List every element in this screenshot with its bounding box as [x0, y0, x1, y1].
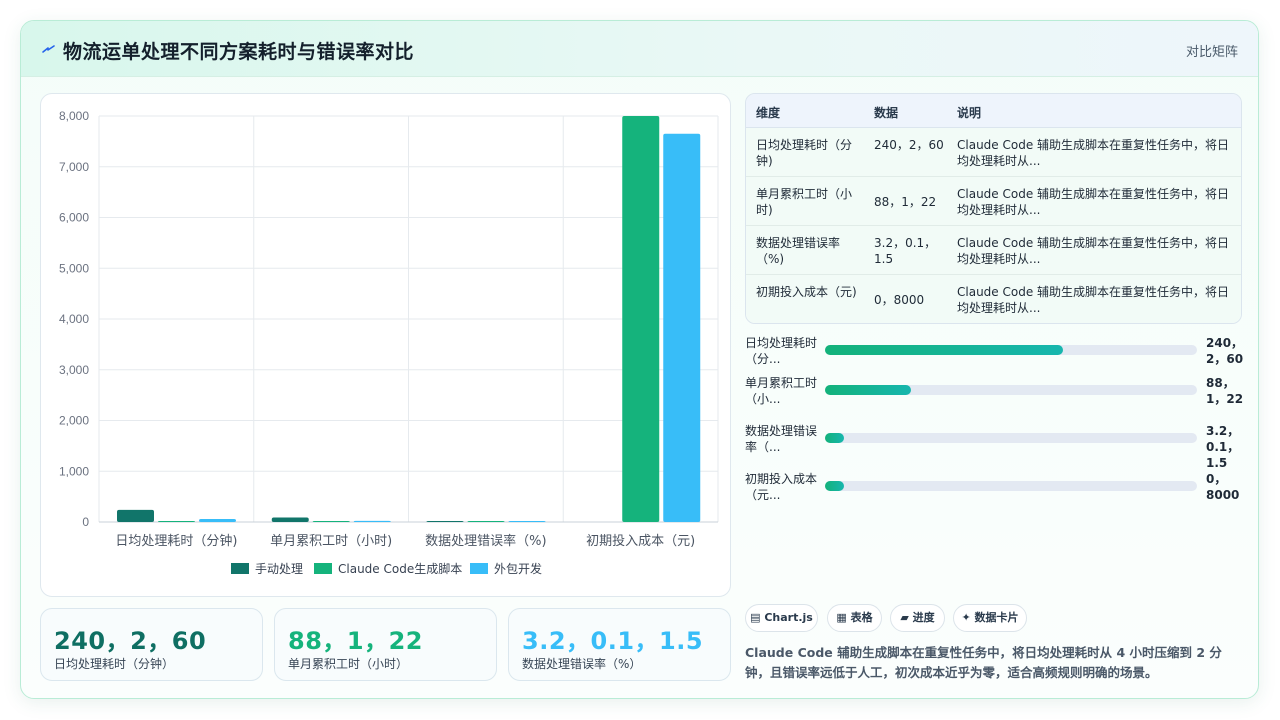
progress-label: 初期投入成本（元...	[745, 472, 818, 502]
bar-claude	[622, 116, 660, 522]
chip-data-cards[interactable]: ✦ 数据卡片	[953, 604, 1027, 632]
bar-outsource	[199, 518, 236, 522]
x-tick-label: 单月累积工时（小时)	[270, 534, 392, 549]
main-card: 物流运单处理不同方案耗时与错误率对比 对比矩阵 0 1,000 2,000 3,000…	[20, 20, 1259, 699]
progress-item: 数据处理错误率（... 3.2，0.1，1.5	[745, 423, 1242, 470]
kpi-value: 240，2，60	[54, 627, 207, 655]
cell-data: 0，8000	[874, 293, 925, 307]
y-tick-label: 2,000	[59, 414, 89, 428]
legend-label: 手动处理	[255, 562, 303, 576]
chip-progress[interactable]: ▰ 进度	[890, 604, 945, 632]
legend-swatch	[470, 563, 488, 574]
column-header: 说明	[957, 106, 982, 120]
kpi-label: 日均处理耗时（分钟）	[54, 657, 175, 671]
progress-fill	[825, 481, 844, 491]
comparison-table: 维度 数据 说明 日均处理耗时（分钟) 240，2，60 Claude Code…	[745, 93, 1242, 324]
cell-description: Claude Code 辅助生成脚本在重复性任务中，将日均处理耗时从...	[957, 187, 1230, 217]
bar-outsource	[663, 133, 701, 522]
bar-claude	[158, 521, 195, 522]
y-tick-label: 7,000	[59, 160, 89, 174]
legend-label: Claude Code生成脚本	[338, 561, 462, 576]
progress-value: 88，1，22	[1206, 376, 1244, 406]
y-tick-label: 4,000	[59, 312, 89, 326]
page-title: 物流运单处理不同方案耗时与错误率对比	[63, 41, 415, 63]
bar-manual	[426, 521, 464, 522]
bar-chart-panel: 0 1,000 2,000 3,000 4,000 5,000 6,000 7,000 8,00…	[40, 93, 731, 597]
column-header: 数据	[874, 106, 899, 120]
progress-value: 3.2，0.1，1.5	[1206, 424, 1240, 470]
progress-item: 初期投入成本（元... 0，8000	[745, 471, 1242, 511]
progress-track	[825, 385, 1197, 395]
progress-fill	[825, 433, 844, 443]
progress-track	[825, 481, 1197, 491]
progress-item: 单月累积工时（小... 88，1，22	[745, 375, 1243, 415]
cell-data: 240，2，60	[874, 138, 944, 152]
header-bar: 物流运单处理不同方案耗时与错误率对比 对比矩阵	[21, 21, 1258, 77]
bar-claude	[467, 521, 505, 522]
table-row: 初期投入成本（元) 0，8000 Claude Code 辅助生成脚本在重复性任…	[746, 275, 1241, 323]
progress-fill	[825, 345, 1064, 355]
bar-manual	[271, 517, 309, 522]
progress-label: 数据处理错误率（...	[745, 424, 818, 454]
bar-outsource	[353, 520, 391, 522]
column-header: 维度	[756, 106, 781, 120]
progress-label: 单月累积工时（小...	[745, 376, 818, 406]
cell-description: Claude Code 辅助生成脚本在重复性任务中，将日均处理耗时从...	[957, 285, 1230, 315]
cell-data: 3.2，0.1，1.5	[874, 236, 937, 266]
table-row: 数据处理错误率（%) 3.2，0.1，1.5 Claude Code 辅助生成脚…	[746, 226, 1241, 275]
kpi-card-daily-time: 240，2，60 日均处理耗时（分钟）	[40, 608, 263, 681]
summary-text: Claude Code 辅助生成脚本在重复性任务中，将日均处理耗时从 4 小时压…	[745, 645, 1222, 680]
y-tick-label: 6,000	[59, 211, 89, 225]
y-tick-label: 0	[82, 515, 89, 529]
progress-label: 日均处理耗时（分...	[745, 336, 818, 366]
y-tick-label: 8,000	[59, 109, 89, 123]
bar-outsource	[508, 521, 546, 522]
chip-chartjs[interactable]: ▤ Chart.js	[745, 604, 818, 632]
cell-description: Claude Code 辅助生成脚本在重复性任务中，将日均处理耗时从...	[957, 138, 1230, 168]
cell-dimension: 日均处理耗时（分钟)	[756, 138, 853, 168]
x-tick-label: 数据处理错误率（%)	[425, 533, 546, 549]
kpi-label: 单月累积工时（小时）	[288, 657, 409, 671]
bar-claude	[312, 521, 350, 522]
view-tag[interactable]: 对比矩阵	[1186, 41, 1238, 60]
kpi-label: 数据处理错误率（%）	[522, 657, 642, 671]
cell-description: Claude Code 辅助生成脚本在重复性任务中，将日均处理耗时从...	[957, 236, 1230, 266]
x-tick-label: 初期投入成本（元)	[586, 533, 695, 549]
table-row: 单月累积工时（小时) 88，1，22 Claude Code 辅助生成脚本在重复…	[746, 177, 1241, 226]
progress-value: 0，8000	[1206, 472, 1240, 502]
table-row: 日均处理耗时（分钟) 240，2，60 Claude Code 辅助生成脚本在重…	[746, 128, 1241, 177]
x-tick-label: 日均处理耗时（分钟)	[115, 533, 237, 549]
bar-chart: 0 1,000 2,000 3,000 4,000 5,000 6,000 7,000 8,00…	[59, 109, 719, 576]
y-tick-label: 3,000	[59, 363, 89, 377]
lightning-icon	[42, 45, 55, 53]
table-header: 维度 数据 说明	[746, 94, 1241, 128]
cell-dimension: 初期投入成本（元)	[756, 285, 857, 299]
kpi-card-error-rate: 3.2，0.1，1.5 数据处理错误率（%）	[508, 608, 731, 681]
kpi-value: 3.2，0.1，1.5	[522, 627, 704, 655]
progress-value: 240，2，60	[1206, 336, 1244, 366]
cell-dimension: 数据处理错误率（%)	[756, 236, 841, 266]
progress-fill	[825, 385, 911, 395]
progress-item: 日均处理耗时（分... 240，2，60	[745, 335, 1243, 375]
legend-label: 外包开发	[494, 561, 542, 576]
kpi-card-monthly-hours: 88，1，22 单月累积工时（小时）	[274, 608, 497, 681]
progress-track	[825, 433, 1197, 443]
kpi-value: 88，1，22	[288, 627, 423, 655]
bar-manual	[117, 509, 154, 522]
y-tick-label: 1,000	[59, 464, 89, 478]
legend-swatch	[231, 563, 249, 574]
cell-data: 88，1，22	[874, 195, 937, 209]
chip-table[interactable]: ▦ 表格	[827, 604, 882, 632]
legend-swatch	[314, 563, 332, 574]
progress-track	[825, 345, 1197, 355]
y-tick-label: 5,000	[59, 261, 89, 275]
cell-dimension: 单月累积工时（小时)	[756, 187, 853, 217]
